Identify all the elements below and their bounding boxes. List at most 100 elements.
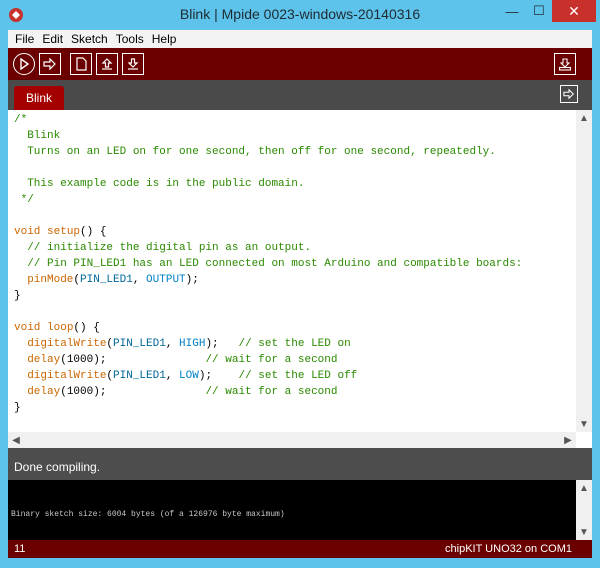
code-token: () {: [80, 226, 107, 238]
code-token: () {: [73, 322, 100, 334]
code-token: Turns on an LED on for one second, then …: [14, 146, 496, 158]
code-line[interactable]: delay(1000); // wait for a second: [14, 384, 522, 400]
scroll-down-icon[interactable]: ▼: [576, 416, 592, 432]
code-line[interactable]: // initialize the digital pin as an outp…: [14, 240, 522, 256]
code-token: );: [185, 274, 199, 286]
code-token: (1000);: [60, 354, 206, 366]
code-token: ,: [165, 370, 180, 382]
code-line[interactable]: digitalWrite(PIN_LED1, LOW); // set the …: [14, 368, 522, 384]
code-token: );: [205, 338, 239, 350]
open-button[interactable]: [96, 53, 118, 75]
code-token: // set the LED on: [238, 338, 351, 350]
maximize-button[interactable]: ☐: [526, 0, 552, 22]
status-text: Done compiling.: [14, 460, 101, 474]
verify-button[interactable]: [13, 53, 35, 75]
code-line[interactable]: [14, 304, 522, 320]
code-line[interactable]: pinMode(PIN_LED1, OUTPUT);: [14, 272, 522, 288]
code-text[interactable]: /* Blink Turns on an LED on for one seco…: [14, 112, 522, 416]
console-scrollbar[interactable]: ▲ ▼: [576, 480, 592, 540]
menu-file[interactable]: File: [11, 32, 38, 46]
console-output[interactable]: Binary sketch size: 6004 bytes (of a 126…: [8, 480, 592, 540]
code-token: // wait for a second: [205, 354, 338, 366]
code-token: (1000);: [60, 386, 206, 398]
new-icon: [76, 57, 87, 71]
code-token: void: [14, 226, 41, 238]
code-line[interactable]: }: [14, 288, 522, 304]
code-line[interactable]: delay(1000); // wait for a second: [14, 352, 522, 368]
code-token: // Pin PIN_LED1 has an LED connected on …: [14, 258, 523, 270]
code-token: */: [14, 194, 34, 206]
code-line[interactable]: [14, 208, 522, 224]
upload-icon: [43, 57, 56, 71]
code-line[interactable]: digitalWrite(PIN_LED1, HIGH); // set the…: [14, 336, 522, 352]
tabs-row: Blink: [8, 80, 592, 110]
code-line[interactable]: Blink: [14, 128, 522, 144]
code-token: }: [14, 402, 21, 414]
toolbar: [8, 48, 592, 80]
code-token: digitalWrite: [27, 338, 107, 350]
arrow-right-icon: [563, 88, 575, 100]
console-scroll-up-icon[interactable]: ▲: [576, 480, 592, 496]
upload-button[interactable]: [39, 53, 61, 75]
code-line[interactable]: }: [14, 400, 522, 416]
scroll-right-icon[interactable]: ▶: [560, 432, 576, 448]
code-token: delay: [27, 354, 61, 366]
menu-edit[interactable]: Edit: [38, 32, 67, 46]
code-token: // set the LED off: [238, 370, 358, 382]
open-icon: [101, 58, 113, 70]
scroll-up-icon[interactable]: ▲: [576, 110, 592, 126]
code-token: setup: [47, 226, 81, 238]
menu-help[interactable]: Help: [148, 32, 181, 46]
console-scroll-down-icon[interactable]: ▼: [576, 524, 592, 540]
new-button[interactable]: [70, 53, 92, 75]
code-line[interactable]: Turns on an LED on for one second, then …: [14, 144, 522, 160]
ide-window: Blink | Mpide 0023-windows-20140316 — ☐ …: [0, 0, 600, 568]
status-bar: Done compiling.: [8, 448, 592, 480]
code-token: PIN_LED1: [113, 370, 166, 382]
code-token: OUTPUT: [146, 274, 186, 286]
code-line[interactable]: */: [14, 192, 522, 208]
title-bar[interactable]: Blink | Mpide 0023-windows-20140316 — ☐ …: [0, 0, 600, 30]
code-line[interactable]: void loop() {: [14, 320, 522, 336]
code-token: // wait for a second: [205, 386, 338, 398]
console-text: Binary sketch size: 6004 bytes (of a 126…: [11, 510, 285, 519]
code-token: }: [14, 290, 21, 302]
code-token: Blink: [14, 130, 61, 142]
code-token: void: [14, 322, 41, 334]
code-token: pinMode: [27, 274, 74, 286]
code-token: This example code is in the public domai…: [14, 178, 305, 190]
code-token: PIN_LED1: [80, 274, 133, 286]
code-token: ,: [132, 274, 147, 286]
serial-monitor-button[interactable]: [554, 53, 576, 75]
code-line[interactable]: [14, 160, 522, 176]
minimize-button[interactable]: —: [498, 0, 526, 22]
code-token: /*: [14, 114, 28, 126]
line-number: 11: [14, 543, 26, 555]
vertical-scrollbar[interactable]: ▲ ▼: [576, 110, 592, 432]
code-token: // initialize the digital pin as an outp…: [14, 242, 312, 254]
code-token: PIN_LED1: [113, 338, 166, 350]
code-line[interactable]: /*: [14, 112, 522, 128]
board-info: chipKIT UNO32 on COM1: [445, 543, 572, 555]
tab-menu-button[interactable]: [560, 85, 578, 103]
horizontal-scrollbar[interactable]: ◀ ▶: [8, 432, 576, 448]
tab-blink[interactable]: Blink: [14, 86, 65, 110]
code-editor[interactable]: /* Blink Turns on an LED on for one seco…: [8, 110, 592, 448]
save-button[interactable]: [122, 53, 144, 75]
code-token: LOW: [179, 370, 199, 382]
save-icon: [127, 58, 139, 70]
menu-tools[interactable]: Tools: [112, 32, 148, 46]
code-line[interactable]: // Pin PIN_LED1 has an LED connected on …: [14, 256, 522, 272]
code-token: HIGH: [179, 338, 206, 350]
code-line[interactable]: This example code is in the public domai…: [14, 176, 522, 192]
menu-bar: File Edit Sketch Tools Help: [8, 30, 592, 48]
scroll-left-icon[interactable]: ◀: [8, 432, 24, 448]
menu-sketch[interactable]: Sketch: [67, 32, 112, 46]
code-line[interactable]: void setup() {: [14, 224, 522, 240]
close-button[interactable]: ✕: [552, 0, 596, 22]
code-token: digitalWrite: [27, 370, 107, 382]
